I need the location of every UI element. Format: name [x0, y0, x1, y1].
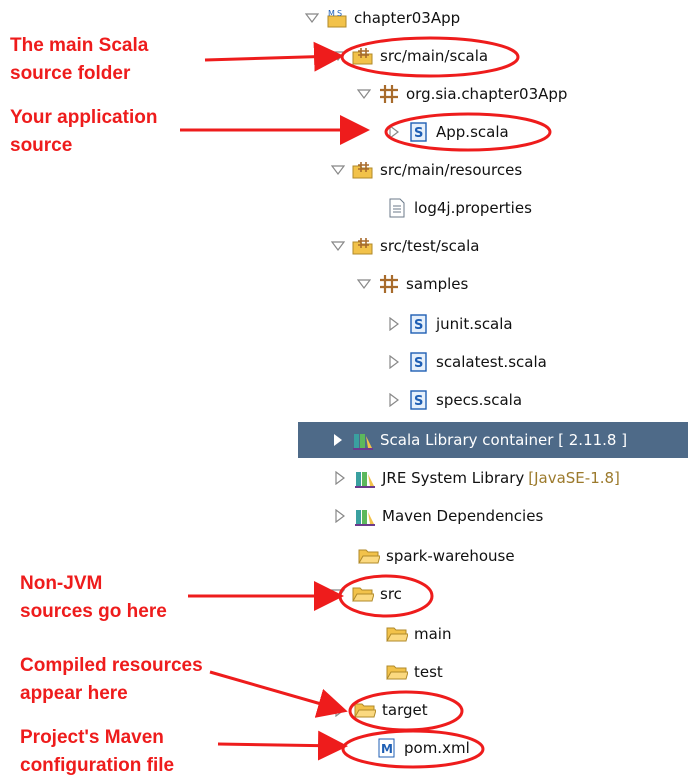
tree-item-label: main — [414, 625, 452, 643]
tree-item-specs[interactable]: S specs.scala — [384, 382, 522, 418]
tree-item-label: pom.xml — [404, 739, 470, 757]
expand-arrow-icon[interactable] — [354, 84, 374, 104]
tree-item-app-scala[interactable]: S App.scala — [384, 114, 509, 150]
arrow-maven-config — [217, 730, 348, 761]
folder-icon — [352, 583, 374, 605]
collapse-arrow-icon[interactable] — [330, 506, 350, 526]
scala-file-icon: S — [408, 389, 430, 411]
properties-file-icon — [386, 197, 408, 219]
arrow-main-scala — [204, 41, 344, 72]
tree-item-spark-warehouse[interactable]: spark-warehouse — [334, 538, 515, 574]
library-icon — [352, 429, 374, 451]
tree-item-pom[interactable]: M pom.xml — [352, 730, 470, 766]
expand-arrow-icon[interactable] — [354, 274, 374, 294]
collapse-arrow-icon[interactable] — [384, 390, 404, 410]
expand-arrow-icon[interactable] — [328, 160, 348, 180]
library-icon — [354, 467, 376, 489]
tree-item-main[interactable]: main — [362, 616, 451, 652]
tree-item-label: chapter03App — [354, 9, 461, 27]
tree-item-label: App.scala — [436, 123, 509, 141]
svg-text:S: S — [414, 126, 423, 141]
tree-item-label: Scala Library container [ 2.11.8 ] — [380, 431, 628, 449]
maven-pom-icon: M — [376, 737, 398, 759]
tree-item-log4j[interactable]: log4j.properties — [362, 190, 532, 226]
package-icon — [378, 83, 400, 105]
arrow-compiled — [209, 670, 348, 718]
expand-arrow-icon[interactable] — [328, 46, 348, 66]
library-icon — [354, 505, 376, 527]
tree-item-label: src — [380, 585, 402, 603]
tree-item-project[interactable]: MS chapter03App — [302, 0, 460, 36]
tree-item-label: log4j.properties — [414, 199, 532, 217]
expand-arrow-icon[interactable] — [302, 8, 322, 28]
tree-item-test[interactable]: test — [362, 654, 443, 690]
tree-item-package[interactable]: org.sia.chapter03App — [354, 76, 567, 112]
tree-item-scala-library[interactable]: Scala Library container [ 2.11.8 ] — [298, 422, 688, 458]
tree-item-label: JRE System Library — [382, 469, 525, 487]
collapse-arrow-icon[interactable] — [330, 700, 350, 720]
expand-arrow-icon[interactable] — [328, 236, 348, 256]
library-version-decoration: [JavaSE-1.8] — [528, 469, 620, 487]
tree-item-src-main-scala[interactable]: src/main/scala — [328, 38, 488, 74]
annotation-compiled: Compiled resources appear here — [20, 655, 203, 704]
annotation-main-scala: The main Scala source folder — [10, 35, 149, 84]
svg-text:M: M — [328, 9, 335, 18]
svg-text:S: S — [414, 356, 423, 371]
tree-item-jre-library[interactable]: JRE System Library [JavaSE-1.8] — [330, 460, 620, 496]
source-folder-icon — [352, 45, 374, 67]
tree-item-label: org.sia.chapter03App — [406, 85, 568, 103]
tree-item-label: specs.scala — [436, 391, 523, 409]
scala-file-icon: S — [408, 121, 430, 143]
folder-icon — [354, 699, 376, 721]
folder-icon — [386, 661, 408, 683]
source-folder-icon — [352, 235, 374, 257]
svg-text:S: S — [414, 318, 423, 333]
tree-item-label: src/main/resources — [380, 161, 523, 179]
collapse-arrow-icon[interactable] — [384, 122, 404, 142]
annotation-maven-config: Project's Maven configuration file — [20, 727, 175, 776]
svg-text:S: S — [414, 394, 423, 409]
tree-item-target[interactable]: target — [330, 692, 428, 728]
annotation-app-source: Your application source — [10, 107, 158, 156]
annotation-non-jvm: Non-JVM sources go here — [20, 573, 167, 622]
svg-text:M: M — [381, 742, 393, 756]
folder-icon — [358, 545, 380, 567]
collapse-arrow-icon[interactable] — [384, 352, 404, 372]
tree-item-scalatest[interactable]: S scalatest.scala — [384, 344, 547, 380]
tree-item-junit[interactable]: S junit.scala — [384, 306, 513, 342]
collapse-arrow-icon[interactable] — [328, 430, 348, 450]
tree-item-label: target — [382, 701, 428, 719]
tree-item-src-main-resources[interactable]: src/main/resources — [328, 152, 522, 188]
collapse-arrow-icon[interactable] — [330, 468, 350, 488]
tree-item-label: scalatest.scala — [436, 353, 547, 371]
package-icon — [378, 273, 400, 295]
tree-item-label: Maven Dependencies — [382, 507, 544, 525]
svg-text:S: S — [337, 9, 342, 18]
scala-file-icon: S — [408, 313, 430, 335]
collapse-arrow-icon[interactable] — [384, 314, 404, 334]
tree-item-label: test — [414, 663, 443, 681]
tree-item-label: src/test/scala — [380, 237, 480, 255]
tree-item-label: src/main/scala — [380, 47, 489, 65]
folder-icon — [386, 623, 408, 645]
tree-item-maven-deps[interactable]: Maven Dependencies — [330, 498, 543, 534]
tree-item-label: junit.scala — [436, 315, 513, 333]
tree-item-label: spark-warehouse — [386, 547, 515, 565]
tree-item-src[interactable]: src — [328, 576, 402, 612]
tree-item-src-test-scala[interactable]: src/test/scala — [328, 228, 479, 264]
maven-project-icon: MS — [326, 7, 348, 29]
tree-item-samples[interactable]: samples — [354, 266, 468, 302]
source-folder-icon — [352, 159, 374, 181]
tree-item-label: samples — [406, 275, 469, 293]
expand-arrow-icon[interactable] — [328, 584, 348, 604]
scala-file-icon: S — [408, 351, 430, 373]
